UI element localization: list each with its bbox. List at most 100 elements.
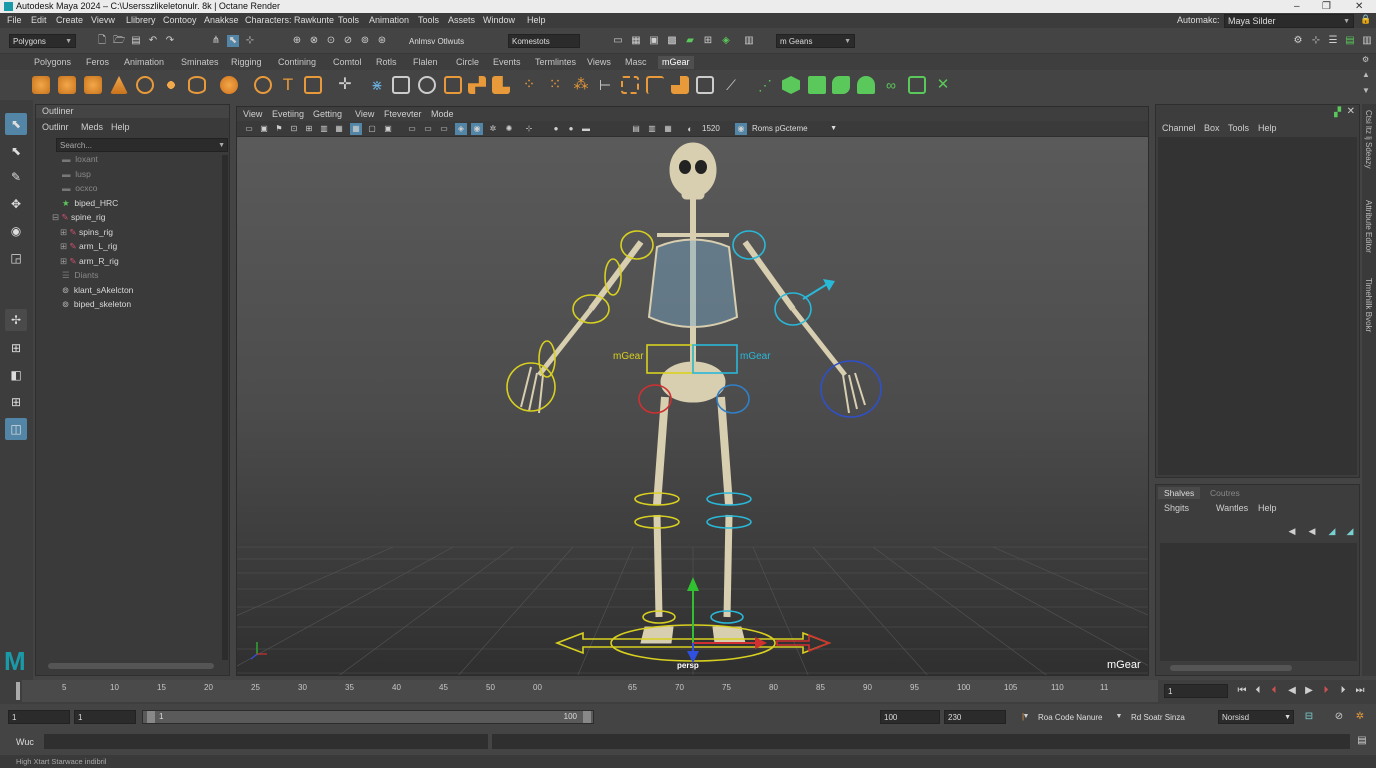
channel-menu-box[interactable]: Box — [1204, 123, 1220, 133]
image-plane-icon[interactable]: ⊡ — [288, 123, 300, 135]
menu-file[interactable]: File — [7, 15, 22, 25]
menu-library[interactable]: Llibrery — [126, 15, 156, 25]
layer-menu-wantles[interactable]: Wantles — [1216, 503, 1248, 513]
command-language-label[interactable]: Wuc — [16, 737, 34, 747]
menuset-dropdown[interactable]: Polygons ▼ — [9, 34, 76, 48]
command-input[interactable] — [44, 734, 488, 749]
color-mgmt-icon[interactable]: ▬ — [580, 123, 592, 135]
shelf-tab-termlintes[interactable]: Termlintes — [535, 57, 576, 67]
current-time-marker[interactable] — [16, 682, 20, 700]
cone-icon[interactable] — [110, 76, 128, 94]
shelf-tab-rigging[interactable]: Rigging — [231, 57, 262, 67]
outliner-item[interactable]: ★ biped_HRC — [62, 196, 242, 210]
step-forward-frame-icon[interactable]: ⏵ — [1320, 685, 1332, 697]
vp-menu-renderer[interactable]: Ftevevter — [384, 109, 422, 119]
resolution-gate-icon[interactable]: ▦ — [333, 123, 345, 135]
isolate-icon[interactable]: ✲ — [487, 123, 499, 135]
shadows-icon[interactable]: ▭ — [422, 123, 434, 135]
shelf-tab-events[interactable]: Events — [493, 57, 521, 67]
shelf-menu-icon[interactable]: ⚙ — [1362, 55, 1369, 64]
new-layer-selected-icon[interactable]: ◢ — [1344, 525, 1356, 537]
paint-tool-icon[interactable]: ✎ — [5, 166, 27, 188]
grid-icon[interactable] — [392, 76, 410, 94]
guide-icon[interactable]: ⋇ — [368, 76, 386, 94]
layer-hscrollbar[interactable] — [1170, 665, 1292, 671]
ring-icon[interactable] — [136, 76, 154, 94]
input-line-label[interactable]: Anlmsv Otlwuts — [409, 37, 464, 46]
renderer-dropdown[interactable]: m Geans ▼ — [776, 34, 855, 48]
octane-render-icon[interactable]: ▰ — [684, 35, 696, 47]
anim-layer-label[interactable]: Roa Code Nanure — [1038, 713, 1102, 722]
range-end-handle[interactable] — [583, 711, 591, 723]
menu-animation[interactable]: Animation — [369, 15, 409, 25]
lasso-tool-icon[interactable]: ⬉ — [5, 140, 27, 162]
menu-help[interactable]: Help — [527, 15, 546, 25]
modeling-toolkit-icon[interactable]: ⊹ — [1310, 35, 1322, 47]
panels-icon[interactable]: ▦ — [662, 123, 674, 135]
account-icon[interactable]: ⚙ — [1292, 35, 1304, 47]
snap-view-icon[interactable]: ⊘ — [342, 35, 354, 47]
undo-icon[interactable]: ↶ — [147, 35, 159, 47]
side-layout-icon[interactable]: ◧ — [5, 364, 27, 386]
menu-edit[interactable]: Edit — [31, 15, 47, 25]
shelf-scroll-down-icon[interactable]: ▼ — [1362, 86, 1370, 95]
side-tab-attribute-editor[interactable]: Attribute Editor — [1364, 200, 1373, 253]
vp-menu-lighting[interactable]: Getting — [313, 109, 342, 119]
scene-start-field[interactable]: 1 — [8, 710, 70, 724]
layer-tab-coutres[interactable]: Coutres — [1210, 488, 1240, 498]
shelf-tab-mgear[interactable]: mGear — [658, 56, 694, 69]
select-hierarchy-icon[interactable]: ⋔ — [210, 35, 222, 47]
film-gate-icon[interactable]: ▥ — [318, 123, 330, 135]
layer-menu-shgits[interactable]: Shgits — [1164, 503, 1189, 513]
outliner-item[interactable]: ⊚ biped_skeleton — [62, 297, 242, 311]
shelf-tab-sminates[interactable]: Sminates — [181, 57, 219, 67]
select-tool-icon[interactable]: ⬉ — [5, 113, 27, 135]
channel-menu-help[interactable]: Help — [1258, 123, 1277, 133]
channel-box-close-icon[interactable]: ✕ — [1347, 106, 1355, 117]
snap-live-icon[interactable]: ⊛ — [376, 35, 388, 47]
timeline-ruler[interactable] — [22, 680, 1158, 702]
green-shape-icon[interactable] — [808, 76, 826, 94]
shelf-tab-circle[interactable]: Circle — [456, 57, 479, 67]
motion-blur-icon[interactable]: ⊹ — [523, 123, 535, 135]
textured-icon[interactable]: ▣ — [382, 123, 394, 135]
shelf-tab-contining[interactable]: Contining — [278, 57, 316, 67]
shelf-tab-views[interactable]: Views — [587, 57, 611, 67]
outliner-item[interactable]: ⊞ ✎ arm_L_rig — [60, 239, 240, 253]
range-slider[interactable]: 1 100 — [142, 710, 594, 724]
menu-rawkunte[interactable]: Rawkunte — [294, 15, 334, 25]
aa-icon[interactable]: ✺ — [503, 123, 515, 135]
shelf-tab-animation[interactable]: Animation — [124, 57, 164, 67]
shelf-tab-polygons[interactable]: Polygons — [34, 57, 71, 67]
move-tool-icon[interactable]: ✥ — [5, 193, 27, 215]
exposure-field[interactable]: 1520 — [699, 122, 731, 136]
hud-icon[interactable]: ▥ — [646, 123, 658, 135]
outliner-vscrollbar[interactable] — [222, 155, 228, 660]
shelf-tab-masc[interactable]: Masc — [625, 57, 647, 67]
snap-point-icon[interactable]: ⊙ — [325, 35, 337, 47]
channel-box-content[interactable] — [1158, 137, 1357, 475]
block-icon[interactable] — [468, 76, 486, 94]
outliner-item[interactable]: ⊞ ✎ spins_rig — [60, 225, 240, 239]
wireframe-icon[interactable]: ▦ — [350, 123, 362, 135]
menu-window[interactable]: Window — [483, 15, 515, 25]
snap-grid-icon[interactable]: ⊕ — [291, 35, 303, 47]
exposure-dial-icon[interactable]: ◐ — [684, 123, 696, 135]
camera-attr-icon[interactable]: ▣ — [258, 123, 270, 135]
green-cross-icon[interactable]: ✕ — [934, 76, 952, 94]
outliner-menu-outliner[interactable]: Outlinr — [42, 122, 69, 132]
single-layout-icon[interactable]: ✢ — [5, 309, 27, 331]
step-forward-key-icon[interactable]: ⏵ — [1337, 685, 1349, 697]
knife-icon[interactable]: ⟋ — [722, 76, 740, 94]
channel-menu-channel[interactable]: Channel — [1162, 123, 1196, 133]
smooth-shade-icon[interactable]: ▢ — [366, 123, 378, 135]
xray-joints-icon[interactable]: ◉ — [471, 123, 483, 135]
tool-settings-icon[interactable]: ▤ — [1344, 35, 1356, 47]
new-scene-icon[interactable]: 🗋 — [96, 35, 108, 47]
new-layer-icon[interactable]: ◢ — [1326, 525, 1338, 537]
outliner-item[interactable]: ▬ loxant — [62, 152, 242, 166]
green-cube-icon[interactable] — [782, 76, 800, 94]
menu-tools[interactable]: Tools — [338, 15, 359, 25]
selection-box-icon[interactable] — [621, 76, 639, 94]
select-component-icon[interactable]: ⊹ — [244, 35, 256, 47]
